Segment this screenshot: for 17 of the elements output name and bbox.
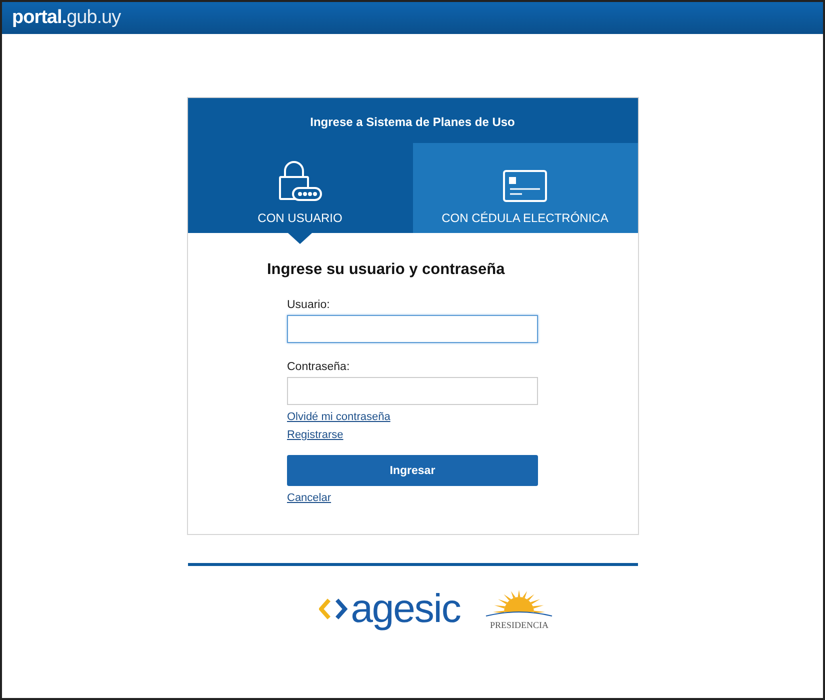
id-card-icon	[502, 169, 548, 203]
field-label: Contraseña:	[287, 361, 351, 373]
cancel-link[interactable]: Cancelar	[287, 492, 332, 504]
field-label: Usuario:	[287, 299, 331, 311]
input-field[interactable]	[287, 315, 538, 343]
form-heading: Ingrese su usuario y contraseña	[267, 261, 506, 279]
submit-button[interactable]: Ingresar	[287, 455, 538, 486]
login-title: Ingrese a Sistema de Planes de Uso	[188, 98, 638, 143]
text-link[interactable]: Olvidé mi contraseña	[287, 411, 390, 423]
brackets-icon	[318, 597, 349, 621]
login-tab[interactable]: CON CÉDULA ELECTRÓNICA	[412, 143, 638, 233]
agesic-logo: agesic	[350, 589, 460, 629]
input-field[interactable]	[287, 377, 538, 405]
lock-password-icon	[277, 161, 323, 203]
presidencia-logo: PRESIDENCIA	[490, 620, 549, 630]
text-link[interactable]: Registrarse	[287, 429, 344, 441]
portal-logo[interactable]: portal.gub.uy	[12, 7, 121, 29]
